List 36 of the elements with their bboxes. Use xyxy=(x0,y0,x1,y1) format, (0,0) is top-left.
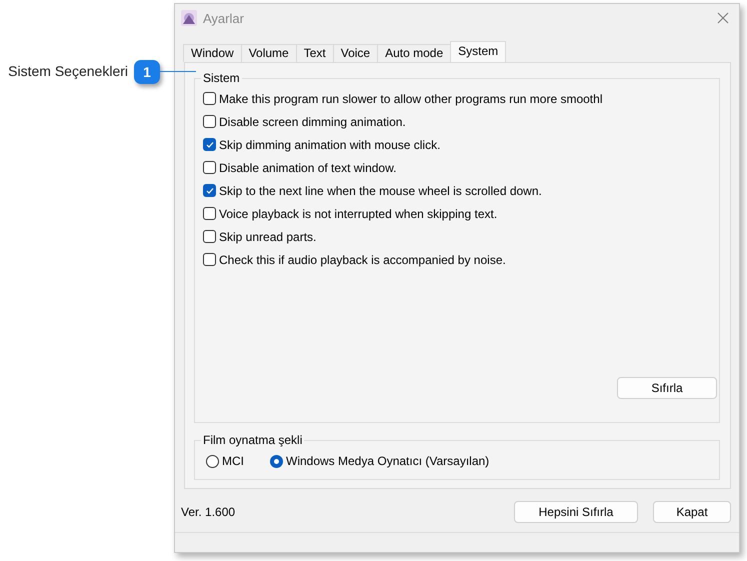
checkbox-label: Disable screen dimming animation. xyxy=(219,114,406,128)
close-button[interactable]: Kapat xyxy=(653,501,731,523)
version-label: Ver. 1.600 xyxy=(181,505,236,519)
check-icon xyxy=(206,186,214,194)
check-icon xyxy=(206,140,214,148)
radio-label: Windows Medya Oynatıcı (Varsayılan) xyxy=(286,454,490,468)
app-icon xyxy=(181,10,197,26)
checkbox[interactable] xyxy=(203,161,216,174)
checkbox[interactable] xyxy=(203,207,216,220)
close-icon[interactable] xyxy=(717,12,729,24)
checkbox-label: Voice playback is not interrupted when skipping text. xyxy=(219,206,498,220)
reset-button[interactable]: Sıfırla xyxy=(617,377,717,399)
tab[interactable]: System xyxy=(450,41,506,62)
checkbox[interactable] xyxy=(203,230,216,243)
checkbox[interactable] xyxy=(203,184,216,197)
checkbox-label: Skip dimming animation with mouse click. xyxy=(219,138,440,152)
window-title: Ayarlar xyxy=(203,10,245,26)
checkbox-label: Check this if audio playback is accompanied by noise. xyxy=(219,252,506,266)
checkbox-label: Make this program run slower to allow other programs run more smoothl xyxy=(219,92,602,106)
callout-badge: 1 xyxy=(134,60,160,84)
tab[interactable]: Window xyxy=(183,44,242,62)
callout-label: Sistem Seçenekleri xyxy=(8,62,128,81)
checkbox[interactable] xyxy=(203,138,216,151)
checkbox-label: Skip to the next line when the mouse wheel is scrolled down. xyxy=(219,184,542,198)
radio-button[interactable] xyxy=(206,454,219,468)
checkbox-label: Skip unread parts. xyxy=(219,230,316,244)
reset-all-button[interactable]: Hepsini Sıfırla xyxy=(514,501,638,523)
checkbox[interactable] xyxy=(203,253,216,266)
checkbox[interactable] xyxy=(203,115,216,128)
group-title: Film oynatma şekli xyxy=(202,433,304,447)
checkbox[interactable] xyxy=(203,92,216,105)
checkbox-label: Disable animation of text window. xyxy=(219,160,396,174)
leader-line xyxy=(160,71,196,72)
radio-label: MCI xyxy=(222,454,244,468)
group-title: Sistem xyxy=(202,71,241,85)
radio-button[interactable] xyxy=(270,454,283,468)
